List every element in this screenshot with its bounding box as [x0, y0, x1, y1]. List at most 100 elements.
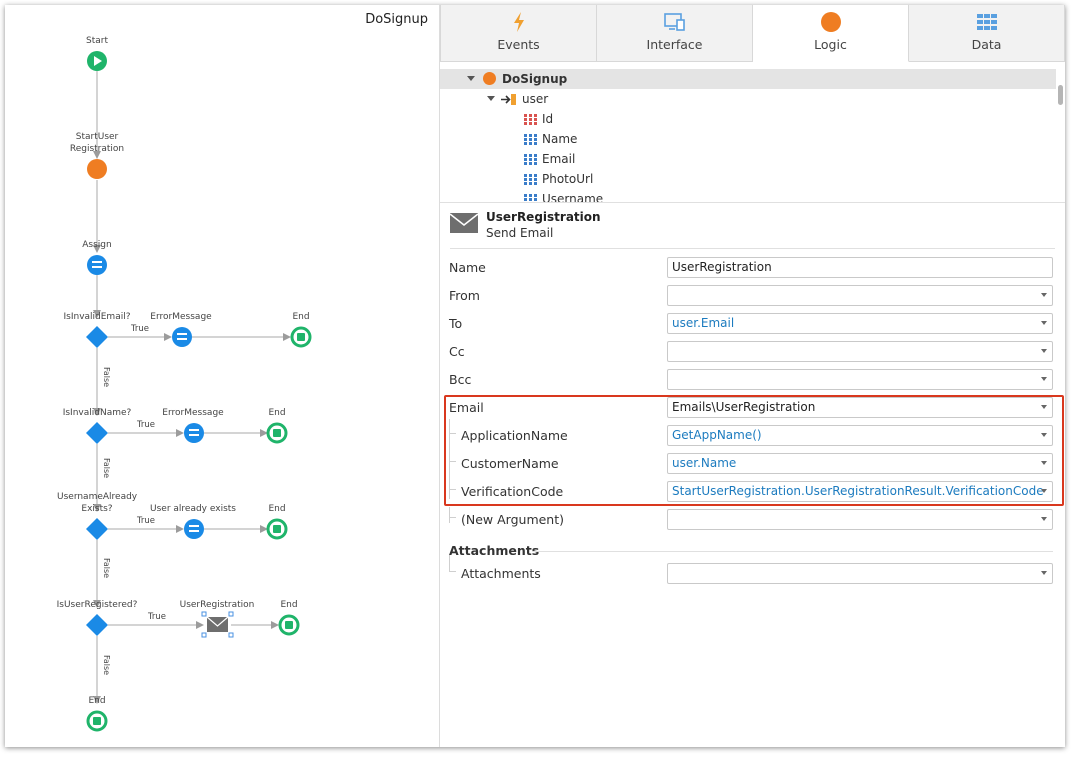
if-is-invalid-email[interactable] — [86, 326, 108, 348]
cc-dropdown[interactable] — [667, 341, 1053, 362]
prop-label: CustomerName — [461, 456, 559, 471]
user-registration-send-email-node[interactable] — [201, 611, 234, 638]
prop-label: Bcc — [449, 372, 472, 387]
attribute-icon — [524, 194, 537, 201]
true-label: True — [136, 516, 156, 526]
attribute-icon — [524, 154, 537, 165]
final-end-label: End — [88, 696, 106, 706]
chevron-down-icon — [1041, 377, 1047, 381]
end-node-1[interactable] — [290, 326, 312, 348]
start-node[interactable] — [87, 51, 107, 71]
customer-name-dropdown[interactable]: user.Name — [667, 453, 1053, 474]
collapse-arrow-icon[interactable] — [487, 96, 495, 101]
flow-diagram — [86, 51, 312, 732]
error-message-node-1[interactable] — [172, 327, 192, 347]
equals-icon — [189, 525, 199, 527]
tree-item-photourl[interactable]: PhotoUrl — [440, 169, 1056, 189]
tree-root-label: DoSignup — [502, 72, 568, 86]
user-registration-node-label: UserRegistration — [179, 600, 255, 610]
end-label: End — [268, 408, 286, 418]
user-already-exists-node[interactable] — [184, 519, 204, 539]
error-message-label: ErrorMessage — [150, 312, 212, 322]
table-icon — [976, 14, 997, 30]
prop-label: ApplicationName — [461, 428, 568, 443]
chevron-down-icon — [1041, 517, 1047, 521]
tab-data[interactable]: Data — [909, 5, 1065, 62]
tab-interface[interactable]: Interface — [597, 5, 753, 62]
start-user-registration-node[interactable] — [87, 159, 107, 179]
tree-scrollbar[interactable] — [1058, 85, 1063, 105]
true-label: True — [136, 420, 156, 430]
tab-events[interactable]: Events — [440, 5, 597, 62]
end-node-final[interactable] — [86, 710, 108, 732]
tree-item-name[interactable]: Name — [440, 129, 1056, 149]
tree-attr-label: Username — [542, 192, 604, 203]
screen-icon — [663, 13, 685, 31]
flow-canvas[interactable]: DoSignup Start StartUser Registration As… — [5, 5, 440, 747]
tree-item-username[interactable]: Username — [440, 189, 1056, 203]
end-node-3[interactable] — [266, 518, 288, 540]
customer-name-value: user.Name — [672, 456, 737, 470]
true-label: True — [130, 324, 150, 334]
end-node-2[interactable] — [266, 422, 288, 444]
tree-item-email[interactable]: Email — [440, 149, 1056, 169]
tree-item-id[interactable]: Id — [440, 109, 1056, 129]
selection-handle[interactable] — [201, 632, 207, 638]
email-value: Emails\UserRegistration — [672, 400, 816, 414]
stop-icon — [273, 429, 281, 437]
if-username-already-exists[interactable] — [86, 518, 108, 540]
start-user-registration-label: StartUser Registration — [69, 132, 125, 154]
prop-label: Attachments — [461, 566, 541, 581]
tree-item-dosignup[interactable]: DoSignup — [440, 69, 1056, 89]
start-label: Start — [86, 36, 108, 46]
prop-row-attachments: Attachments — [440, 561, 1065, 589]
if-is-invalid-name[interactable] — [86, 422, 108, 444]
tab-bar: Events Interface Logic Data — [440, 5, 1065, 63]
to-dropdown[interactable]: user.Email — [667, 313, 1053, 334]
prop-row-email: Email Emails\UserRegistration — [440, 395, 1065, 423]
chevron-down-icon — [1041, 405, 1047, 409]
tree-item-user[interactable]: user — [440, 89, 1056, 109]
selection-handle[interactable] — [228, 632, 234, 638]
chevron-down-icon — [1041, 461, 1047, 465]
application-name-dropdown[interactable]: GetAppName() — [667, 425, 1053, 446]
attachments-dropdown[interactable] — [667, 563, 1053, 584]
error-message-node-2[interactable] — [184, 423, 204, 443]
selection-handle[interactable] — [228, 611, 234, 617]
selection-handle[interactable] — [201, 611, 207, 617]
attachments-section-title: Attachments — [449, 543, 540, 558]
assign-label: Assign — [82, 240, 112, 250]
flow-title: DoSignup — [365, 12, 428, 27]
tree-attr-label: Email — [542, 152, 576, 166]
prop-row-to: To user.Email — [440, 311, 1065, 339]
tree-attr-label: Name — [542, 132, 578, 146]
if-is-invalid-email-label: IsInvalidEmail? — [63, 312, 131, 322]
envelope-icon — [450, 213, 478, 233]
prop-row-bcc: Bcc — [440, 367, 1065, 395]
end-node-4[interactable] — [278, 614, 300, 636]
chevron-down-icon — [1041, 433, 1047, 437]
collapse-arrow-icon[interactable] — [467, 76, 475, 81]
prop-row-new-argument: (New Argument) — [440, 507, 1065, 535]
chevron-down-icon — [1041, 489, 1047, 493]
prop-label: Name — [449, 260, 486, 275]
app-window: DoSignup Start StartUser Registration As… — [5, 5, 1065, 747]
element-type: Send Email — [486, 226, 554, 240]
assign-node[interactable] — [87, 255, 107, 275]
element-name: UserRegistration — [486, 210, 601, 224]
prop-row-verification-code: VerificationCode StartUserRegistration.U… — [440, 479, 1065, 507]
new-argument-dropdown[interactable] — [667, 509, 1053, 530]
from-dropdown[interactable] — [667, 285, 1053, 306]
email-dropdown[interactable]: Emails\UserRegistration — [667, 397, 1053, 418]
user-already-exists-label: User already exists — [150, 504, 236, 514]
stop-icon — [93, 717, 101, 725]
name-input[interactable]: UserRegistration — [667, 257, 1053, 278]
end-label: End — [292, 312, 310, 322]
verification-code-dropdown[interactable]: StartUserRegistration.UserRegistrationRe… — [667, 481, 1053, 502]
if-is-invalid-name-label: IsInvalidName? — [62, 408, 132, 418]
to-value: user.Email — [672, 316, 735, 330]
bcc-dropdown[interactable] — [667, 369, 1053, 390]
prop-label: To — [449, 316, 463, 331]
if-is-user-registered[interactable] — [86, 614, 108, 636]
tab-logic[interactable]: Logic — [753, 5, 909, 62]
